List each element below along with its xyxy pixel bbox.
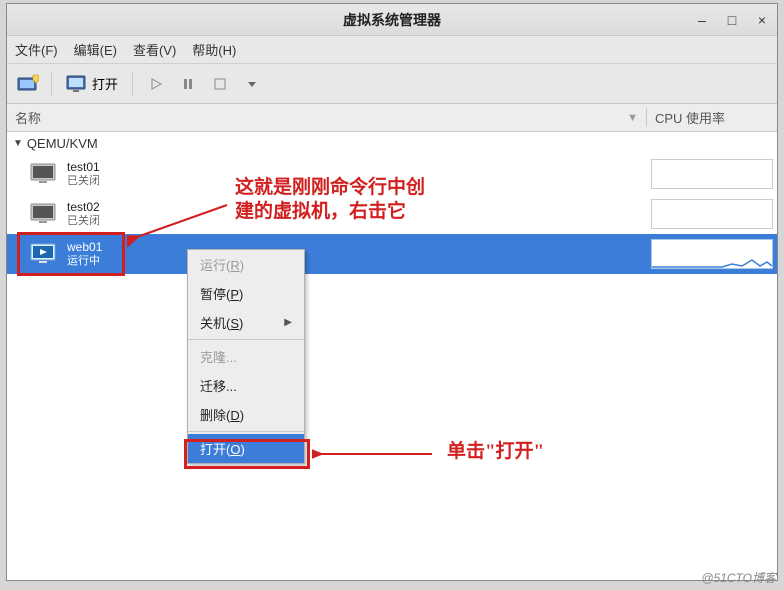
app-window: 虚拟系统管理器 – □ × 文件(F) 编辑(E) 查看(V) 帮助(H) 打开 — [6, 3, 778, 581]
column-cpu[interactable]: CPU 使用率 — [647, 108, 777, 127]
cpu-graph — [651, 239, 773, 269]
monitor-running-icon — [29, 241, 59, 267]
vm-name: test02 — [67, 200, 100, 214]
ctx-pause[interactable]: 暂停(P) — [188, 279, 304, 308]
vm-state: 已关闭 — [67, 174, 100, 188]
window-controls: – □ × — [695, 4, 769, 36]
menubar: 文件(F) 编辑(E) 查看(V) 帮助(H) — [7, 36, 777, 64]
annotation-text: 这就是刚刚命令行中创建的虚拟机，右击它 — [235, 176, 425, 224]
maximize-button[interactable]: □ — [725, 12, 739, 28]
menu-file[interactable]: 文件(F) — [15, 40, 58, 59]
col-name-label: 名称 — [15, 108, 41, 127]
close-button[interactable]: × — [755, 12, 769, 28]
pause-button[interactable] — [175, 71, 201, 97]
annotation-text: 单击"打开" — [447, 440, 544, 464]
window-title: 虚拟系统管理器 — [7, 10, 777, 30]
menu-separator — [188, 339, 304, 340]
minimize-button[interactable]: – — [695, 12, 709, 28]
toolbar-separator — [132, 72, 133, 96]
toolbar: 打开 — [7, 64, 777, 104]
menu-edit[interactable]: 编辑(E) — [74, 40, 117, 59]
play-button[interactable] — [143, 71, 169, 97]
submenu-arrow-icon: ▶ — [284, 317, 292, 328]
cpu-graph — [651, 159, 773, 189]
group-label: QEMU/KVM — [27, 136, 98, 151]
monitor-off-icon — [29, 161, 59, 187]
vm-state: 运行中 — [67, 254, 102, 268]
toolbar-separator — [51, 72, 52, 96]
monitor-off-icon — [29, 201, 59, 227]
ctx-clone: 克隆... — [188, 342, 304, 371]
sort-indicator-icon: ▼ — [627, 112, 638, 124]
new-vm-button[interactable] — [15, 71, 41, 97]
menu-help[interactable]: 帮助(H) — [192, 40, 236, 59]
watermark: @51CTO博客 — [701, 569, 776, 586]
ctx-run: 运行(R) — [188, 250, 304, 279]
ctx-shutdown[interactable]: 关机(S)▶ — [188, 308, 304, 337]
menu-separator — [188, 431, 304, 432]
vm-name: test01 — [67, 160, 100, 174]
open-label: 打开 — [92, 74, 118, 93]
vm-state: 已关闭 — [67, 214, 100, 228]
list-header: 名称 ▼ CPU 使用率 — [7, 104, 777, 132]
vm-list: ▼ QEMU/KVM test01 已关闭 test02 已关闭 — [7, 132, 777, 580]
cpu-graph — [651, 199, 773, 229]
vm-name: web01 — [67, 240, 102, 254]
titlebar: 虚拟系统管理器 – □ × — [7, 4, 777, 36]
ctx-migrate[interactable]: 迁移... — [188, 371, 304, 400]
ctx-delete[interactable]: 删除(D) — [188, 400, 304, 429]
power-dropdown-button[interactable] — [239, 71, 265, 97]
column-name[interactable]: 名称 ▼ — [7, 108, 647, 127]
monitor-icon — [66, 74, 88, 94]
menu-view[interactable]: 查看(V) — [133, 40, 176, 59]
open-vm-button[interactable]: 打开 — [62, 72, 122, 96]
ctx-open[interactable]: 打开(O) — [188, 434, 304, 463]
vm-row-web01[interactable]: web01 运行中 — [7, 234, 777, 274]
stop-button[interactable] — [207, 71, 233, 97]
annotation-arrow-icon — [312, 444, 442, 464]
disclosure-triangle-icon[interactable]: ▼ — [13, 138, 23, 149]
connection-group[interactable]: ▼ QEMU/KVM — [7, 132, 777, 154]
context-menu: 运行(R) 暂停(P) 关机(S)▶ 克隆... 迁移... 删除(D) 打开(… — [187, 249, 305, 464]
